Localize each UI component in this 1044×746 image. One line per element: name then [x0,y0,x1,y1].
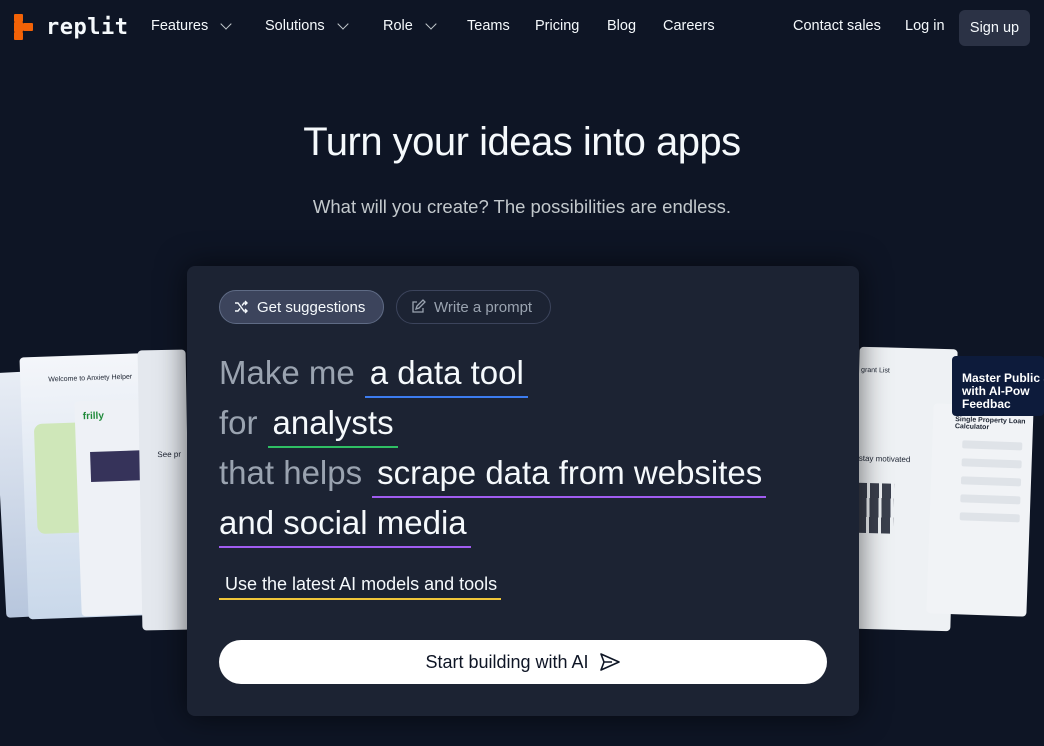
top-nav: replit Features Solutions Role Teams Pri… [0,0,1044,56]
get-suggestions-label: Get suggestions [257,298,366,316]
nav-pricing[interactable]: Pricing [535,18,579,34]
prompt-line: Make me a data tool [219,354,528,398]
log-in-link[interactable]: Log in [905,18,945,34]
prompt-app-type[interactable]: a data tool [364,354,528,398]
prompt-line: and social media [219,504,471,548]
app-preview-image [856,482,895,534]
form-field [961,458,1022,469]
nav-blog[interactable]: Blog [607,18,636,34]
app-preview-promo: Master Public S with AI-Pow Feedbac [962,371,1044,411]
send-icon [599,653,620,671]
nav-role[interactable]: Role [383,17,437,34]
start-building-label: Start building with AI [425,651,589,672]
app-preview-card: Single Property Loan Calculator [926,403,1034,617]
ai-models-link[interactable]: Use the latest AI models and tools [219,574,502,600]
prompt-line: for analysts [219,404,398,448]
prompt-purpose-continued[interactable]: and social media [219,504,471,548]
edit-icon [412,299,426,313]
sign-up-button[interactable]: Sign up [959,10,1030,46]
chevron-down-icon [425,17,437,30]
prompt-prefix: for [219,404,258,441]
hero-title: Turn your ideas into apps [303,120,741,164]
write-prompt-label: Write a prompt [434,298,533,316]
prompt-panel: Get suggestions Write a prompt Make me a… [187,266,859,716]
chevron-down-icon [220,17,232,30]
form-field [962,440,1023,451]
shuffle-icon [235,300,248,314]
hero-subtitle: What will you create? The possibilities … [312,196,732,217]
nav-features[interactable]: Features [151,17,232,34]
nav-careers[interactable]: Careers [663,18,715,34]
logo-text: replit [46,14,129,40]
nav-solutions[interactable]: Solutions [265,17,349,34]
nav-solutions-label: Solutions [265,18,325,34]
replit-logo[interactable]: replit [14,14,128,40]
prompt-purpose[interactable]: scrape data from websites [372,454,767,498]
prompt-prefix: Make me [219,354,355,391]
app-preview-text: See pr [157,449,182,460]
nav-teams[interactable]: Teams [467,18,510,34]
form-field [960,494,1021,505]
start-building-button[interactable]: Start building with AI [219,640,827,684]
prompt-prefix: that helps [219,454,363,491]
form-field [960,476,1022,487]
app-preview-title: Single Property Loan Calculator [954,416,1026,432]
app-preview-card: See pr [137,349,191,631]
contact-sales-link[interactable]: Contact sales [793,18,881,34]
replit-logo-icon [14,14,38,40]
nav-role-label: Role [383,18,413,34]
write-prompt-tab[interactable]: Write a prompt [396,290,551,324]
get-suggestions-tab[interactable]: Get suggestions [219,290,384,324]
prompt-audience[interactable]: analysts [267,404,398,448]
form-field [959,512,1020,523]
nav-features-label: Features [151,18,209,34]
app-preview-card: Master Public S with AI-Pow Feedbac [952,356,1044,416]
prompt-line: that helps scrape data from websites [219,454,767,498]
chevron-down-icon [336,17,349,30]
app-preview-title: grant List [861,366,890,375]
